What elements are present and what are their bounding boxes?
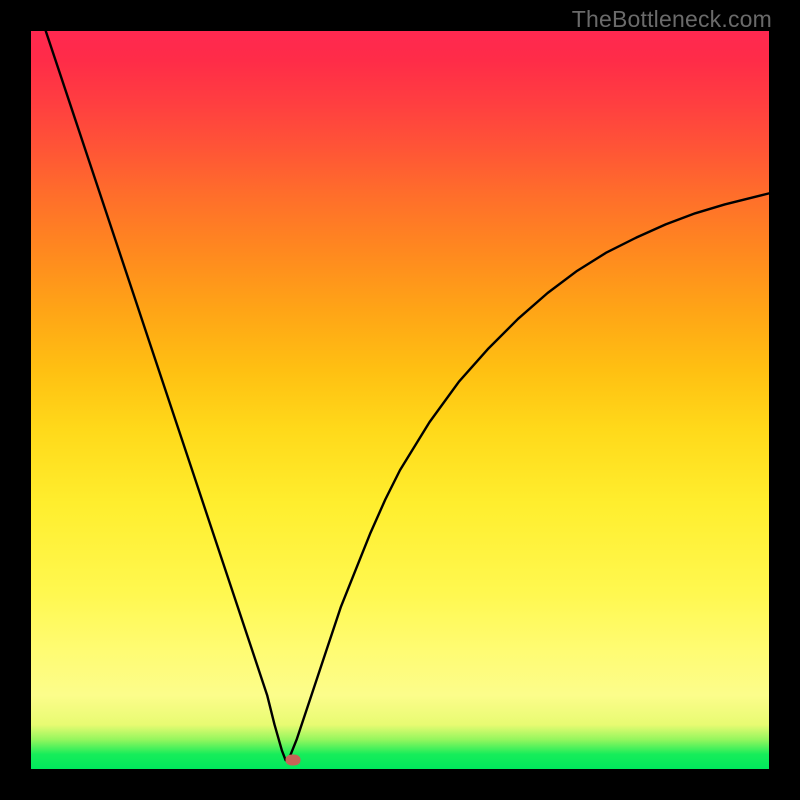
bottleneck-curve <box>31 31 769 769</box>
chart-plot-area <box>31 31 769 769</box>
attribution-label: TheBottleneck.com <box>572 6 772 33</box>
optimal-point-marker <box>285 755 300 766</box>
chart-frame: TheBottleneck.com <box>0 0 800 800</box>
